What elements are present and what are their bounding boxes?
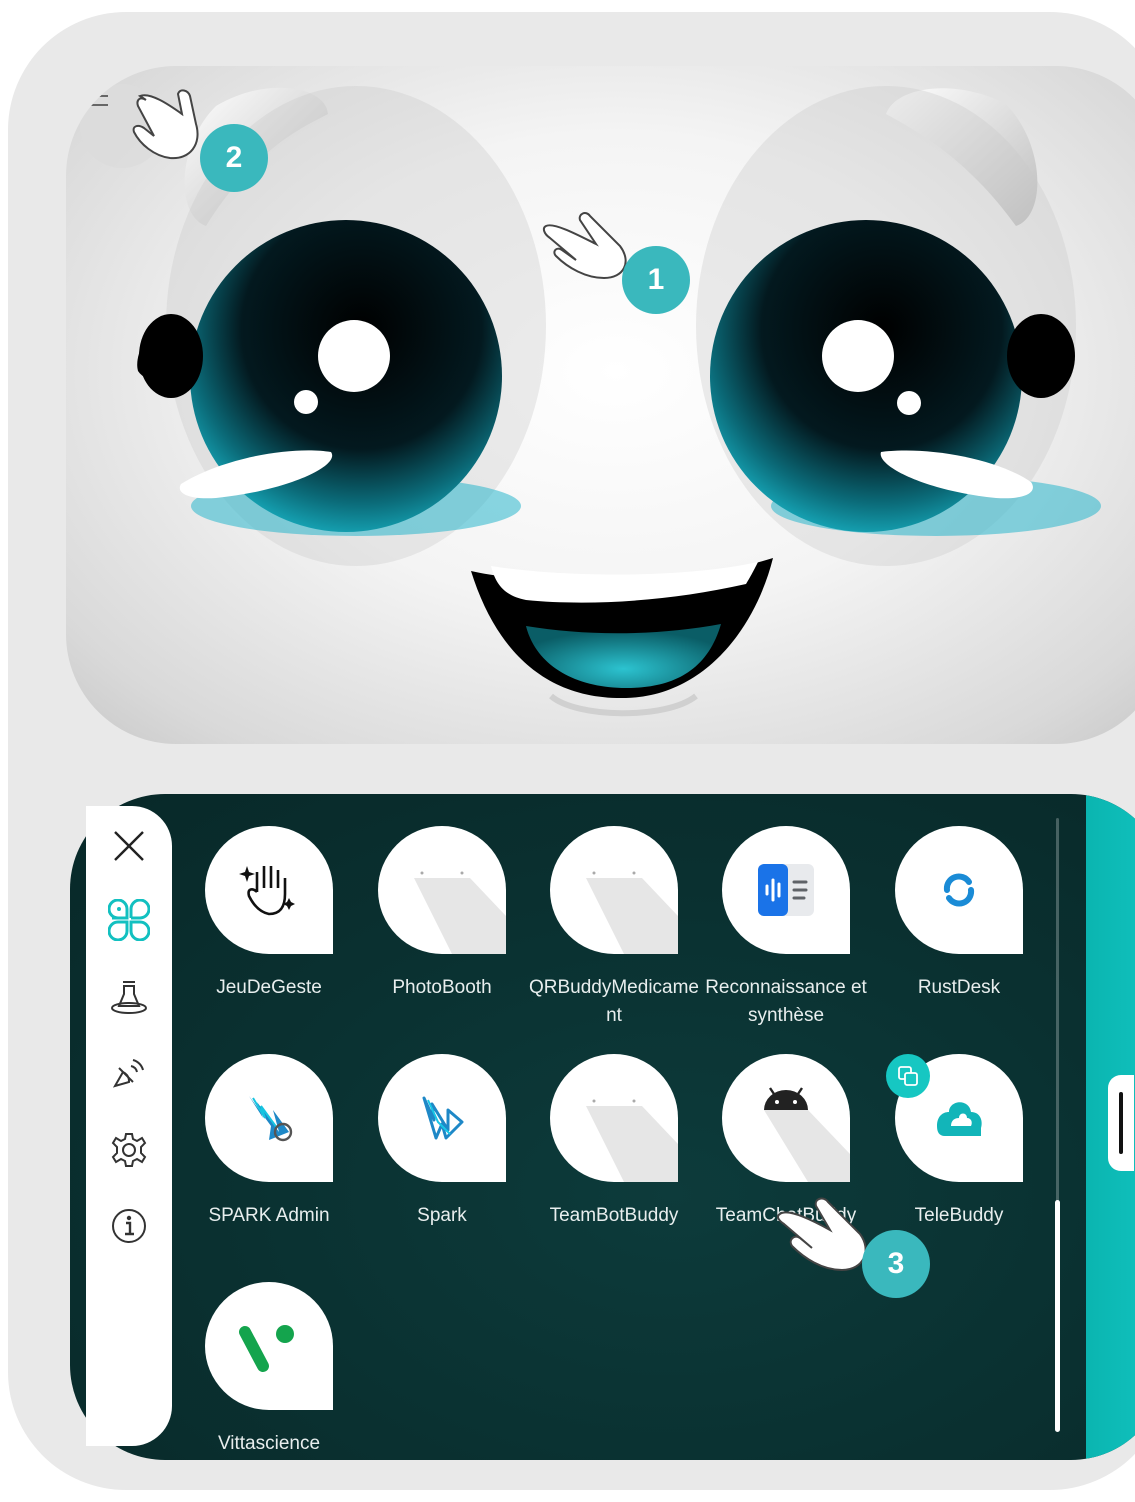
step-badge-2: 2 bbox=[200, 124, 268, 192]
app-label: Reconnaissance et synthèse bbox=[705, 977, 867, 1026]
tap-hand-icon bbox=[776, 1197, 867, 1272]
copy-window-icon bbox=[898, 1066, 918, 1086]
robot-icon bbox=[111, 981, 147, 1014]
app-reconnaissance[interactable]: Reconnaissance et synthèse bbox=[700, 826, 872, 1030]
settings-tab[interactable] bbox=[107, 1128, 151, 1172]
spark-admin-icon bbox=[205, 1054, 333, 1182]
placeholder-app-icon bbox=[378, 826, 506, 954]
app-label: RustDesk bbox=[917, 977, 1001, 998]
hamburger-menu-icon bbox=[82, 86, 108, 106]
app-teambotbuddy[interactable]: TeamBotBuddy bbox=[528, 1054, 700, 1230]
app-label: Vittascience bbox=[217, 1433, 321, 1454]
gesture-hand-icon bbox=[205, 826, 333, 954]
close-icon bbox=[114, 831, 144, 861]
app-label: TeamBotBuddy bbox=[549, 1205, 679, 1226]
step-badge-3: 3 bbox=[862, 1230, 930, 1298]
app-jeudegeste[interactable]: JeuDeGeste bbox=[183, 826, 355, 1002]
vittascience-icon bbox=[205, 1282, 333, 1410]
info-tab[interactable] bbox=[107, 1204, 151, 1248]
app-spark[interactable]: Spark bbox=[356, 1054, 528, 1230]
multi-window-badge[interactable] bbox=[886, 1054, 930, 1098]
settings-icon bbox=[111, 1133, 147, 1167]
sensor-tab[interactable] bbox=[107, 1050, 151, 1094]
app-photobooth[interactable]: PhotoBooth bbox=[356, 826, 528, 1002]
apps-icon bbox=[108, 899, 150, 941]
step-badge-1: 1 bbox=[622, 246, 690, 314]
app-label: SPARK Admin bbox=[208, 1205, 330, 1226]
robot-tab[interactable] bbox=[107, 974, 151, 1018]
app-label: JeuDeGeste bbox=[216, 977, 322, 998]
speech-document-icon bbox=[722, 826, 850, 954]
placeholder-app-icon bbox=[550, 826, 678, 954]
app-vittascience[interactable]: Vittascience bbox=[183, 1282, 355, 1458]
drawer-sidebar bbox=[86, 806, 172, 1446]
spark-icon bbox=[378, 1054, 506, 1182]
app-qrbuddymedicament[interactable]: QRBuddyMedicament bbox=[528, 826, 700, 1030]
app-spark-admin[interactable]: SPARK Admin bbox=[183, 1054, 355, 1230]
rustdesk-icon bbox=[895, 826, 1023, 954]
close-button[interactable] bbox=[107, 824, 151, 868]
drawer-handle[interactable] bbox=[1108, 1075, 1134, 1171]
placeholder-app-icon bbox=[550, 1054, 678, 1182]
app-label: QRBuddyMedicament bbox=[528, 977, 700, 1026]
scrollbar-thumb[interactable] bbox=[1055, 1200, 1060, 1432]
android-icon bbox=[722, 1054, 850, 1182]
app-label: PhotoBooth bbox=[392, 977, 492, 998]
app-label: TeleBuddy bbox=[914, 1205, 1004, 1226]
apps-tab[interactable] bbox=[107, 898, 151, 942]
sensor-icon bbox=[112, 1059, 144, 1088]
app-label: Spark bbox=[417, 1205, 467, 1226]
app-rustdesk[interactable]: RustDesk bbox=[873, 826, 1045, 1002]
info-icon bbox=[112, 1209, 146, 1243]
